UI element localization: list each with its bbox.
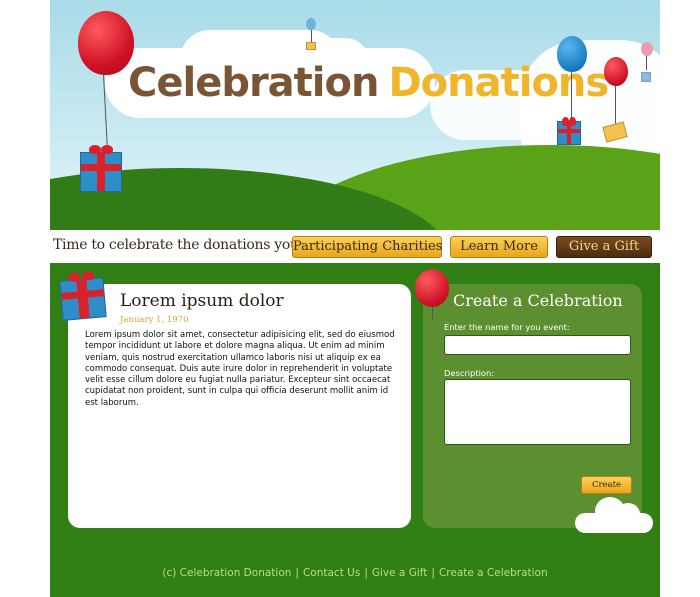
post-date: January 1, 1970 — [120, 315, 189, 325]
footer-separator: | — [295, 567, 299, 579]
gift-icon — [557, 117, 581, 145]
create-button[interactable]: Create — [581, 476, 632, 494]
learn-more-button[interactable]: Learn More — [450, 236, 548, 258]
description-textarea[interactable] — [444, 379, 631, 445]
balloon-string — [311, 30, 312, 42]
envelope-icon — [306, 42, 316, 50]
description-label: Description: — [444, 368, 495, 378]
footer-link-give-a-gift[interactable]: Give a Gift — [372, 567, 428, 579]
post-panel: Lorem ipsum dolor January 1, 1970 Lorem … — [59, 277, 411, 528]
participating-charities-button[interactable]: Participating Charities — [292, 236, 442, 258]
logo-word-celebration: Celebration — [128, 60, 379, 106]
nav-bar: Time to celebrate the donations you give… — [50, 230, 660, 263]
balloon-string — [646, 56, 647, 70]
footer-copyright: (c) Celebration Donation — [162, 567, 292, 579]
footer-separator: | — [364, 567, 368, 579]
header-banner: Celebration Donations — [50, 0, 660, 230]
balloon-string — [615, 86, 616, 124]
event-name-label: Enter the name for you event: — [444, 322, 570, 332]
balloon-string — [432, 307, 433, 319]
site-logo[interactable]: Celebration Donations — [128, 60, 609, 106]
post-body: Lorem ipsum dolor sit amet, consectetur … — [85, 330, 395, 408]
balloon-icon — [641, 42, 653, 56]
post-title: Lorem ipsum dolor — [120, 291, 284, 311]
balloon-icon — [78, 11, 134, 75]
footer: (c) Celebration Donation | Contact Us | Give… — [50, 567, 660, 579]
main-content: Lorem ipsum dolor January 1, 1970 Lorem … — [50, 263, 660, 597]
event-name-input[interactable] — [444, 335, 631, 355]
balloon-icon — [415, 269, 449, 307]
create-celebration-panel: Create a Celebration Enter the name for … — [415, 269, 642, 528]
gift-icon — [641, 72, 651, 82]
form-title: Create a Celebration — [453, 291, 623, 310]
balloon-icon — [604, 57, 628, 86]
footer-link-contact-us[interactable]: Contact Us — [303, 567, 360, 579]
cloud-icon — [616, 503, 640, 525]
balloon-string — [571, 72, 572, 120]
balloon-icon — [557, 36, 587, 72]
gift-icon — [59, 277, 107, 321]
footer-separator: | — [431, 567, 435, 579]
gift-icon — [80, 145, 122, 192]
footer-link-create-a-celebration[interactable]: Create a Celebration — [439, 567, 548, 579]
balloon-icon — [306, 18, 316, 30]
page: Celebration Donations Time to celebrate t… — [50, 0, 660, 597]
give-a-gift-button[interactable]: Give a Gift — [556, 236, 652, 258]
